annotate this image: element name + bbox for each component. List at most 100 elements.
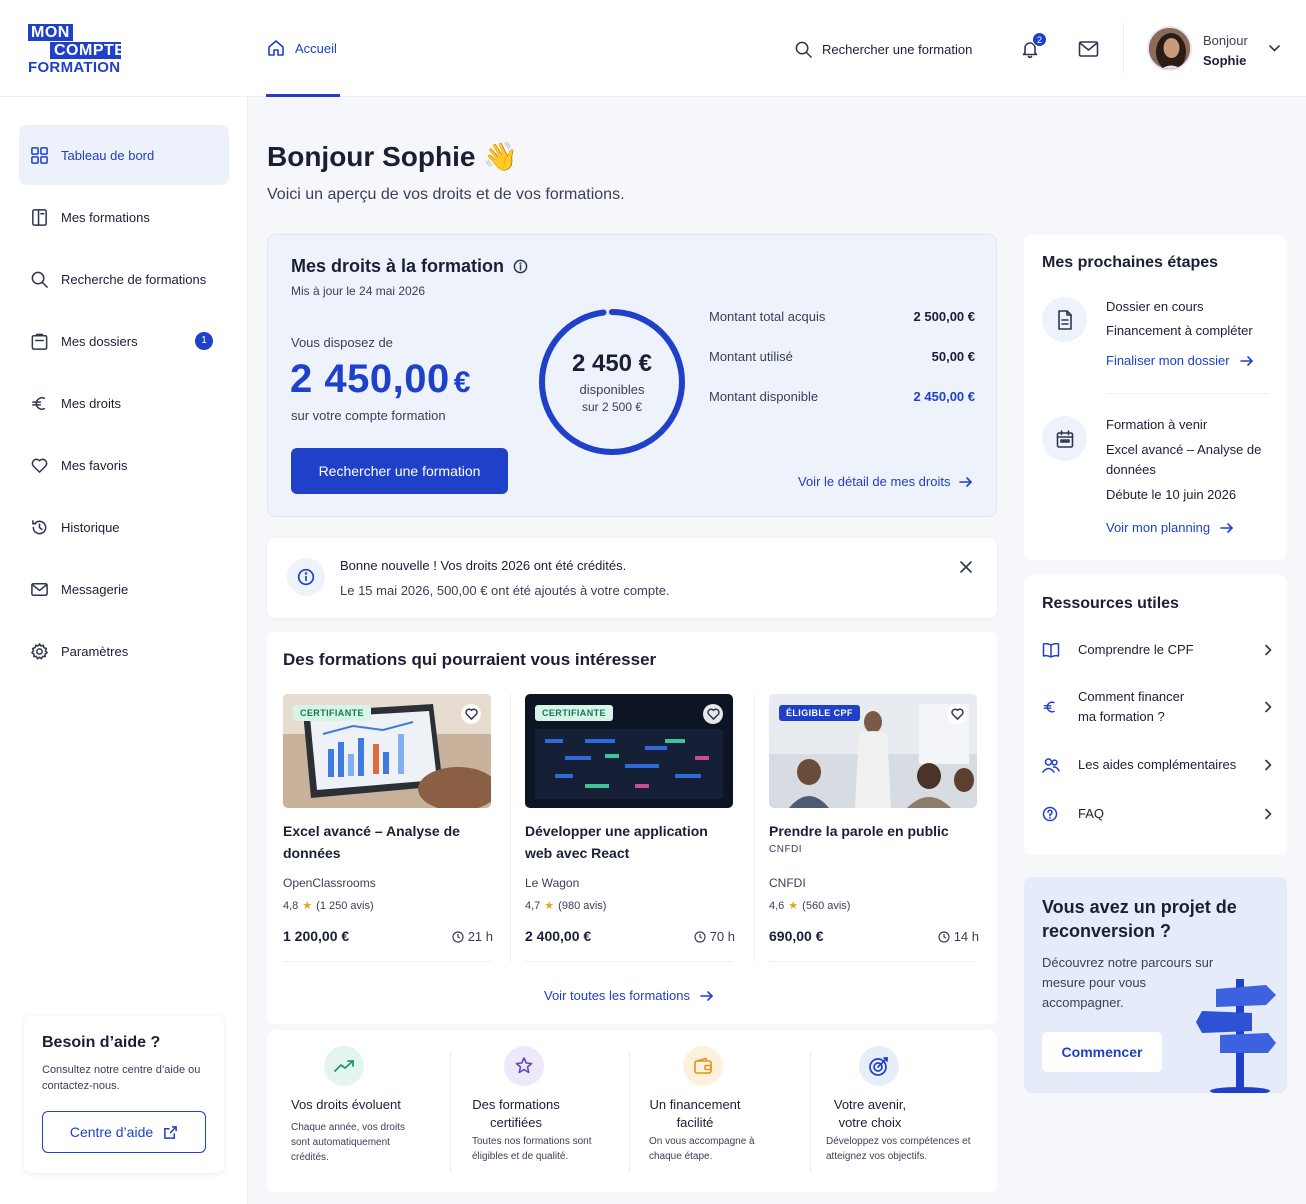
course-card[interactable]: ÉLIGIBLE CPF Prendre la parole en public… xyxy=(769,694,979,962)
rights-detail-link[interactable]: Voir le détail de mes droits xyxy=(798,474,973,489)
rights-account-suffix: sur votre compte formation xyxy=(291,408,446,423)
nav-home-label: Accueil xyxy=(295,40,337,56)
course-card[interactable]: CERTIFIANTE Excel avancé – Analyse de do… xyxy=(283,694,493,962)
sidebar: Tableau de bord Mes formations Recherche… xyxy=(0,97,248,1204)
messages-button[interactable] xyxy=(1078,40,1099,58)
header-search-label: Rechercher une formation xyxy=(822,42,973,57)
course-tag: ÉLIGIBLE CPF xyxy=(779,705,860,721)
course-tag: CERTIFIANTE xyxy=(293,705,371,721)
sidebar-item-formations[interactable]: Mes formations xyxy=(19,187,229,247)
resource-label: Les aides complémentaires xyxy=(1078,757,1237,772)
sidebar-item-droits[interactable]: Mes droits xyxy=(19,373,229,433)
breakdown-label: Montant utilisé xyxy=(709,349,793,364)
breakdown-label: Montant disponible xyxy=(709,389,819,404)
course-rating: 4,7 ★ (980 avis) xyxy=(525,899,606,913)
avatar[interactable] xyxy=(1147,26,1192,71)
users-icon xyxy=(1042,758,1060,773)
feature-text: Développez vos compétences et atteignez … xyxy=(826,1136,971,1162)
step-icon-wrap xyxy=(1042,297,1087,342)
sidebar-item-dossiers[interactable]: Mes dossiers 1 xyxy=(19,311,229,371)
grid-icon xyxy=(31,146,48,164)
breakdown-value: 50,00 € xyxy=(931,349,975,364)
step-title: Formation à venir xyxy=(1106,417,1208,432)
feature-title: Un financement facilité xyxy=(649,1097,741,1130)
planning-label: Voir mon planning xyxy=(1106,520,1211,535)
search-formation-button[interactable]: Rechercher une formation xyxy=(291,448,508,494)
sidebar-item-label: Historique xyxy=(61,519,120,535)
resource-item[interactable]: Comment financer ma formation ? xyxy=(1042,687,1272,727)
question-icon xyxy=(1042,806,1058,822)
user-photo xyxy=(1149,28,1190,69)
favorite-button[interactable] xyxy=(461,704,481,724)
feature-text: Toutes nos formations sont éligibles et … xyxy=(472,1136,592,1162)
history-icon xyxy=(32,519,47,534)
resource-item[interactable]: Les aides complémentaires xyxy=(1042,755,1272,775)
sidebar-item-historique[interactable]: Historique xyxy=(19,497,229,557)
sidebar-item-messagerie[interactable]: Messagerie xyxy=(19,559,229,619)
rights-detail-label: Voir le détail de mes droits xyxy=(798,474,951,489)
help-card: Besoin d’aide ? Consultez notre centre d… xyxy=(24,1016,224,1173)
course-price: 690,00 € xyxy=(769,928,824,944)
favorite-button[interactable] xyxy=(703,704,723,724)
rights-amount-value: 2 450,00 xyxy=(290,357,450,401)
notice-icon-wrap xyxy=(287,558,325,596)
help-center-button[interactable]: Centre d’aide xyxy=(42,1111,206,1153)
resource-item[interactable]: FAQ xyxy=(1042,804,1272,824)
notification-badge: 2 xyxy=(1032,32,1047,47)
rating-value: 4,6 xyxy=(769,899,785,912)
resource-item[interactable]: Comprendre le CPF xyxy=(1042,640,1272,660)
feature-title: Vos droits évoluent xyxy=(291,1097,401,1112)
course-duration: 70 h xyxy=(694,929,735,944)
gear-icon xyxy=(31,642,48,659)
nav-active-indicator xyxy=(266,94,340,97)
sidebar-item-label: Mes favoris xyxy=(61,457,128,473)
all-formations-link[interactable]: Voir toutes les formations xyxy=(544,988,714,1003)
mail-icon xyxy=(31,582,48,596)
breakdown-available: Montant disponible 2 450,00 € xyxy=(709,389,975,404)
sidebar-item-dashboard[interactable]: Tableau de bord xyxy=(19,125,229,185)
rights-title: Mes droits à la formation xyxy=(291,256,505,276)
next-steps-title: Mes prochaines étapes xyxy=(1042,254,1219,271)
promo-title: Vous avez un projet de reconversion ? xyxy=(1042,897,1237,941)
finalize-dossier-link[interactable]: Finaliser mon dossier xyxy=(1106,353,1254,368)
notice-close-button[interactable] xyxy=(959,560,973,574)
ring-center: 2 450 € disponibles sur 2 500 € xyxy=(536,306,688,458)
chevron-right-icon xyxy=(1265,701,1272,713)
help-center-label: Centre d’aide xyxy=(69,1124,154,1140)
course-duration: 21 h xyxy=(452,929,493,944)
steps-divider xyxy=(1106,393,1269,394)
course-rating: 4,8 ★ (1 250 avis) xyxy=(283,899,374,913)
step-text: Excel avancé – Analyse de données xyxy=(1106,442,1262,477)
home-icon xyxy=(268,40,284,56)
document-icon xyxy=(1057,309,1072,330)
course-divider xyxy=(525,961,733,962)
feature-icon-wrap xyxy=(324,1046,364,1086)
breakdown-label: Montant total acquis xyxy=(709,309,826,324)
course-card[interactable]: CERTIFIANTE Développer une application w… xyxy=(525,694,735,962)
notifications-button[interactable]: 2 xyxy=(1020,32,1047,59)
start-button[interactable]: Commencer xyxy=(1042,1032,1162,1072)
brand-logo[interactable]: MON COMPTE FORMATION xyxy=(28,24,125,76)
user-menu-toggle[interactable] xyxy=(1268,44,1281,53)
user-greeting[interactable]: Bonjour Sophie xyxy=(1203,31,1248,71)
header-search-button[interactable]: Rechercher une formation xyxy=(794,40,972,59)
user-name: Sophie xyxy=(1203,53,1247,68)
arrow-right-icon xyxy=(700,990,714,1001)
star-icon: ★ xyxy=(544,900,555,912)
info-icon[interactable] xyxy=(513,259,528,274)
target-icon xyxy=(869,1057,888,1076)
calendar-icon xyxy=(1056,429,1073,448)
nav-home-link[interactable]: Accueil xyxy=(266,38,337,58)
sidebar-item-favoris[interactable]: Mes favoris xyxy=(19,435,229,495)
sidebar-item-search[interactable]: Recherche de formations xyxy=(19,249,229,309)
favorite-button[interactable] xyxy=(947,704,967,724)
sidebar-item-parametres[interactable]: Paramètres xyxy=(19,621,229,681)
course-org: CNFDI xyxy=(769,876,806,890)
resource-label: Comprendre le CPF xyxy=(1078,642,1194,657)
trending-up-icon xyxy=(334,1060,354,1072)
step-icon-wrap xyxy=(1042,416,1087,461)
planning-link[interactable]: Voir mon planning xyxy=(1106,520,1234,535)
sidebar-item-label: Messagerie xyxy=(61,581,129,597)
page-title: Bonjour Sophie 👋 xyxy=(267,141,519,172)
top-header: MON COMPTE FORMATION Accueil Rechercher … xyxy=(0,0,1306,97)
